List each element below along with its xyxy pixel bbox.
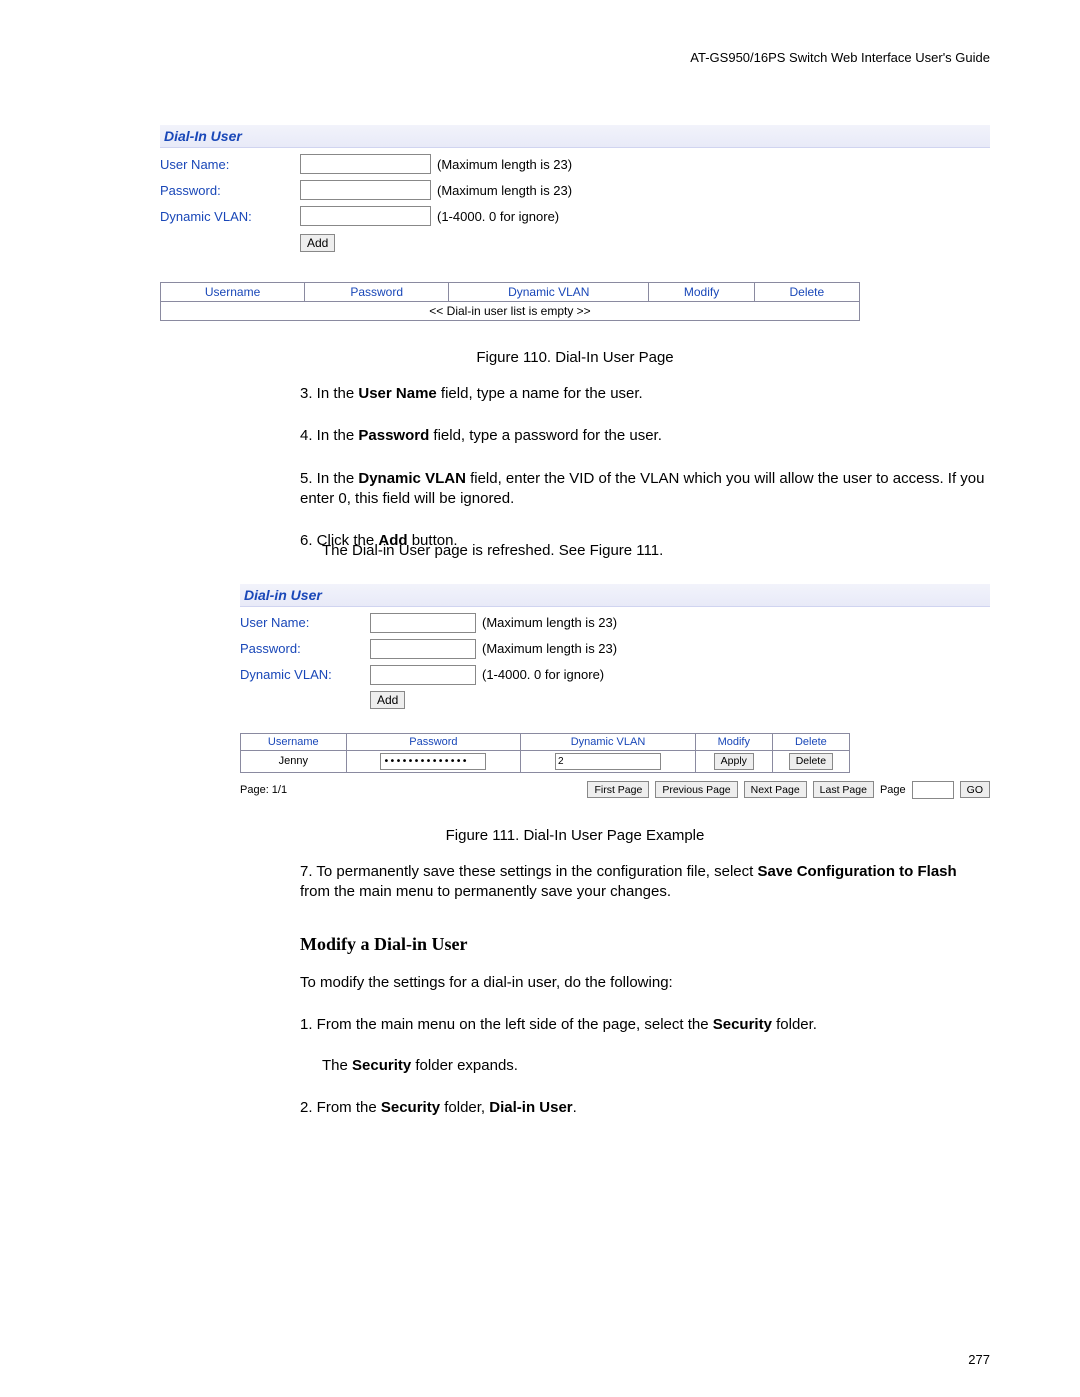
cell-username: Jenny: [241, 750, 347, 772]
username-hint-2: (Maximum length is 23): [482, 615, 617, 630]
username-row-2: User Name: (Maximum length is 23): [240, 613, 990, 633]
delete-button[interactable]: Delete: [789, 753, 833, 770]
previous-page-button[interactable]: Previous Page: [655, 781, 737, 798]
figure-110-caption: Figure 110. Dial-In User Page: [160, 349, 990, 366]
page-word: Page: [880, 784, 906, 796]
vlan-hint: (1-4000. 0 for ignore): [437, 209, 559, 224]
username-input[interactable]: [300, 154, 431, 174]
col-delete: Delete: [754, 283, 859, 302]
vlan-row: Dynamic VLAN: (1-4000. 0 for ignore): [160, 206, 990, 226]
figure-110: Dial-In User User Name: (Maximum length …: [160, 125, 990, 321]
section-heading: Modify a Dial-in User: [300, 934, 990, 955]
vlan-input[interactable]: [300, 206, 431, 226]
step-6-cont: The Dial-in User page is refreshed. See …: [322, 541, 990, 561]
username-input-2[interactable]: [370, 613, 476, 633]
page-number-input[interactable]: [912, 781, 954, 799]
col-vlan: Dynamic VLAN: [449, 283, 649, 302]
page-indicator: Page: 1/1: [240, 784, 287, 796]
vlan-label-2: Dynamic VLAN:: [240, 667, 370, 682]
username-label: User Name:: [160, 157, 300, 172]
col-modify: Modify: [649, 283, 754, 302]
modify-step-1-cont: The Security folder expands.: [322, 1056, 990, 1076]
row-vlan-input[interactable]: [555, 753, 661, 770]
figure-111: Dial-in User User Name: (Maximum length …: [240, 584, 990, 799]
doc-header: AT-GS950/16PS Switch Web Interface User'…: [160, 50, 990, 65]
username-hint: (Maximum length is 23): [437, 157, 572, 172]
password-label-2: Password:: [240, 641, 370, 656]
col-password-2: Password: [346, 733, 521, 750]
cell-delete: Delete: [772, 750, 849, 772]
cell-modify: Apply: [695, 750, 772, 772]
vlan-row-2: Dynamic VLAN: (1-4000. 0 for ignore): [240, 665, 990, 685]
password-hint: (Maximum length is 23): [437, 183, 572, 198]
password-row-2: Password: (Maximum length is 23): [240, 639, 990, 659]
vlan-hint-2: (1-4000. 0 for ignore): [482, 667, 604, 682]
table-row: Jenny Apply Delete: [241, 750, 850, 772]
step-7: 7. To permanently save these settings in…: [300, 862, 990, 903]
apply-button[interactable]: Apply: [714, 753, 754, 770]
user-table-empty: Username Password Dynamic VLAN Modify De…: [160, 282, 860, 321]
password-input[interactable]: [300, 180, 431, 200]
modify-step-2: 2. From the Security folder, Dial-in Use…: [300, 1098, 990, 1118]
page-number: 277: [968, 1352, 990, 1367]
col-username-2: Username: [241, 733, 347, 750]
pager: Page: 1/1 First Page Previous Page Next …: [240, 781, 990, 799]
panel-title: Dial-In User: [160, 125, 990, 148]
user-table-populated: Username Password Dynamic VLAN Modify De…: [240, 733, 850, 773]
add-button-2[interactable]: Add: [370, 691, 405, 709]
vlan-input-2[interactable]: [370, 665, 476, 685]
step-3: 3. In the User Name field, type a name f…: [300, 384, 990, 404]
col-modify-2: Modify: [695, 733, 772, 750]
step-4: 4. In the Password field, type a passwor…: [300, 426, 990, 446]
row-password-input[interactable]: [380, 753, 486, 770]
col-vlan-2: Dynamic VLAN: [521, 733, 696, 750]
add-button[interactable]: Add: [300, 234, 335, 252]
password-row: Password: (Maximum length is 23): [160, 180, 990, 200]
username-row: User Name: (Maximum length is 23): [160, 154, 990, 174]
panel-title-2: Dial-in User: [240, 584, 990, 607]
cell-vlan: [521, 750, 696, 772]
next-page-button[interactable]: Next Page: [744, 781, 807, 798]
cell-password: [346, 750, 521, 772]
password-hint-2: (Maximum length is 23): [482, 641, 617, 656]
figure-111-caption: Figure 111. Dial-In User Page Example: [160, 827, 990, 844]
col-username: Username: [161, 283, 305, 302]
step-5: 5. In the Dynamic VLAN field, enter the …: [300, 469, 990, 510]
username-label-2: User Name:: [240, 615, 370, 630]
last-page-button[interactable]: Last Page: [813, 781, 874, 798]
col-delete-2: Delete: [772, 733, 849, 750]
col-password: Password: [305, 283, 449, 302]
vlan-label: Dynamic VLAN:: [160, 209, 300, 224]
password-label: Password:: [160, 183, 300, 198]
modify-intro: To modify the settings for a dial-in use…: [300, 973, 990, 993]
password-input-2[interactable]: [370, 639, 476, 659]
modify-step-1: 1. From the main menu on the left side o…: [300, 1015, 990, 1035]
empty-msg: << Dial-in user list is empty >>: [161, 302, 860, 321]
go-button[interactable]: GO: [960, 781, 990, 798]
first-page-button[interactable]: First Page: [587, 781, 649, 798]
